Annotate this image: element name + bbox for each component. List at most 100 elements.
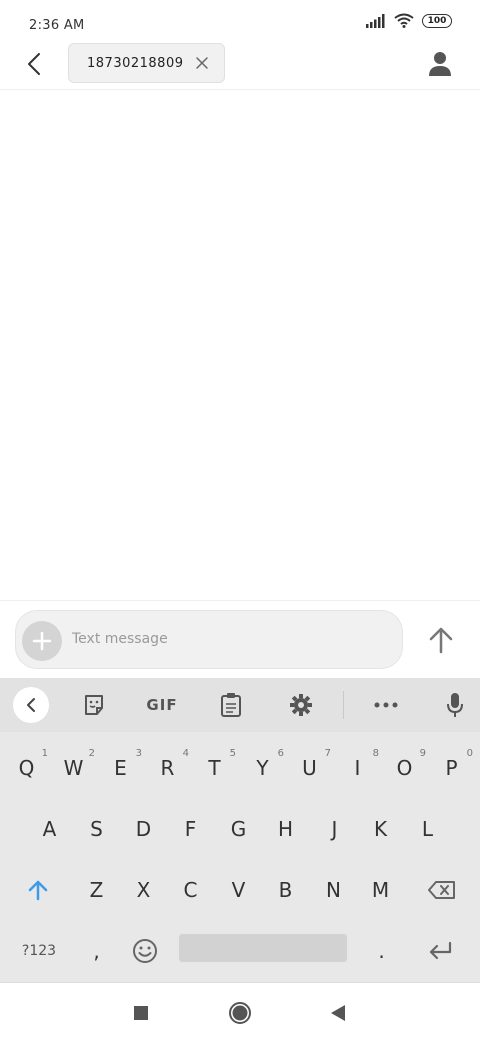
battery-icon: 100 <box>422 13 452 28</box>
shift-arrow-icon <box>28 880 47 901</box>
key-label: O <box>396 756 413 780</box>
key-label: Y <box>256 756 269 780</box>
key-label: W <box>63 756 84 780</box>
space-key[interactable] <box>179 934 347 962</box>
gif-icon: GIF <box>146 696 178 714</box>
recents-square-icon <box>134 1006 148 1020</box>
key-e[interactable]: E3 <box>97 738 144 798</box>
send-arrow-icon[interactable] <box>426 625 456 655</box>
close-icon[interactable] <box>194 55 210 71</box>
keyboard-toolbar: GIF <box>0 678 480 732</box>
back-button[interactable] <box>18 48 50 80</box>
key-k[interactable]: K <box>357 799 404 859</box>
key-hint: 9 <box>419 748 426 759</box>
key-row-4: ?123 , . <box>0 921 480 981</box>
key-hint: 3 <box>135 748 142 759</box>
key-q[interactable]: Q1 <box>3 738 50 798</box>
key-j[interactable]: J <box>311 799 358 859</box>
key-label: E <box>114 756 127 780</box>
key-hint: 2 <box>88 748 95 759</box>
key-b[interactable]: B <box>262 860 309 920</box>
key-hint: 4 <box>182 748 189 759</box>
message-input-container <box>15 610 403 669</box>
key-c[interactable]: C <box>167 860 214 920</box>
home-circle-icon <box>229 1002 251 1024</box>
status-bar: 2:36 AM 100 <box>0 0 480 40</box>
chevron-left-icon <box>27 698 35 712</box>
enter-key[interactable] <box>416 921 463 981</box>
key-y[interactable]: Y6 <box>239 738 286 798</box>
gear-icon <box>290 694 312 716</box>
backspace-key[interactable] <box>418 860 465 920</box>
message-input[interactable] <box>72 627 382 651</box>
mic-icon <box>447 693 463 717</box>
back-triangle-icon <box>331 1005 345 1021</box>
key-row-2: A S D F G H J K L <box>0 799 480 859</box>
sticker-icon <box>85 695 103 715</box>
key-comma[interactable]: , <box>73 921 120 981</box>
key-hint: 8 <box>372 748 379 759</box>
settings-button[interactable] <box>285 687 317 723</box>
key-u[interactable]: U7 <box>286 738 333 798</box>
more-button[interactable] <box>370 687 402 723</box>
symbols-key[interactable]: ?123 <box>14 921 64 981</box>
key-hint: 0 <box>466 748 473 759</box>
key-l[interactable]: L <box>404 799 451 859</box>
key-d[interactable]: D <box>120 799 167 859</box>
status-icons: 100 <box>366 13 452 28</box>
key-o[interactable]: O9 <box>381 738 428 798</box>
toolbar-divider <box>343 691 344 719</box>
key-t[interactable]: T5 <box>191 738 238 798</box>
key-label: U <box>302 756 317 780</box>
key-a[interactable]: A <box>26 799 73 859</box>
enter-icon <box>429 941 451 960</box>
key-hint: 1 <box>41 748 48 759</box>
backspace-icon <box>427 881 455 899</box>
key-label: T <box>208 756 221 780</box>
key-x[interactable]: X <box>120 860 167 920</box>
emoji-key[interactable] <box>121 921 168 981</box>
toolbar-collapse-button[interactable] <box>13 687 49 723</box>
key-w[interactable]: W2 <box>50 738 97 798</box>
key-g[interactable]: G <box>215 799 262 859</box>
key-label: P <box>445 756 458 780</box>
shift-key[interactable] <box>14 860 61 920</box>
key-label: I <box>354 756 361 780</box>
key-s[interactable]: S <box>73 799 120 859</box>
contact-icon[interactable] <box>426 50 454 78</box>
key-f[interactable]: F <box>167 799 214 859</box>
key-period[interactable]: . <box>358 921 405 981</box>
key-label: R <box>160 756 175 780</box>
home-button[interactable] <box>226 999 254 1027</box>
battery-level: 100 <box>427 15 447 26</box>
recipient-chip[interactable]: 18730218809 <box>68 43 225 83</box>
gif-button[interactable]: GIF <box>142 687 182 723</box>
key-n[interactable]: N <box>310 860 357 920</box>
attach-button[interactable] <box>22 621 62 661</box>
key-r[interactable]: R4 <box>144 738 191 798</box>
key-z[interactable]: Z <box>73 860 120 920</box>
conversation-header: 18730218809 <box>0 40 480 90</box>
key-row-1: Q1 W2 E3 R4 T5 Y6 U7 I8 O9 P0 <box>0 738 480 798</box>
key-p[interactable]: P0 <box>428 738 475 798</box>
sticker-button[interactable] <box>78 687 110 723</box>
key-hint: 6 <box>277 748 284 759</box>
compose-area <box>0 600 480 677</box>
key-label: Q <box>18 756 35 780</box>
key-hint: 7 <box>324 748 331 759</box>
keyboard: G I F Q 1 W 2 E 3 R 4 T 5 Y 6 U 7 I 8 O 9 … <box>0 678 480 982</box>
back-arrow-icon <box>28 53 40 75</box>
recents-button[interactable] <box>127 999 155 1027</box>
voice-input-button[interactable] <box>440 687 470 723</box>
key-i[interactable]: I8 <box>334 738 381 798</box>
recipient-number: 18730218809 <box>87 55 184 71</box>
clipboard-icon <box>221 693 241 717</box>
key-m[interactable]: M <box>357 860 404 920</box>
clipboard-button[interactable] <box>215 687 247 723</box>
emoji-icon <box>132 939 157 963</box>
key-h[interactable]: H <box>262 799 309 859</box>
key-hint: 5 <box>229 748 236 759</box>
key-v[interactable]: V <box>215 860 262 920</box>
nav-back-button[interactable] <box>324 999 352 1027</box>
signal-icon <box>366 13 385 28</box>
